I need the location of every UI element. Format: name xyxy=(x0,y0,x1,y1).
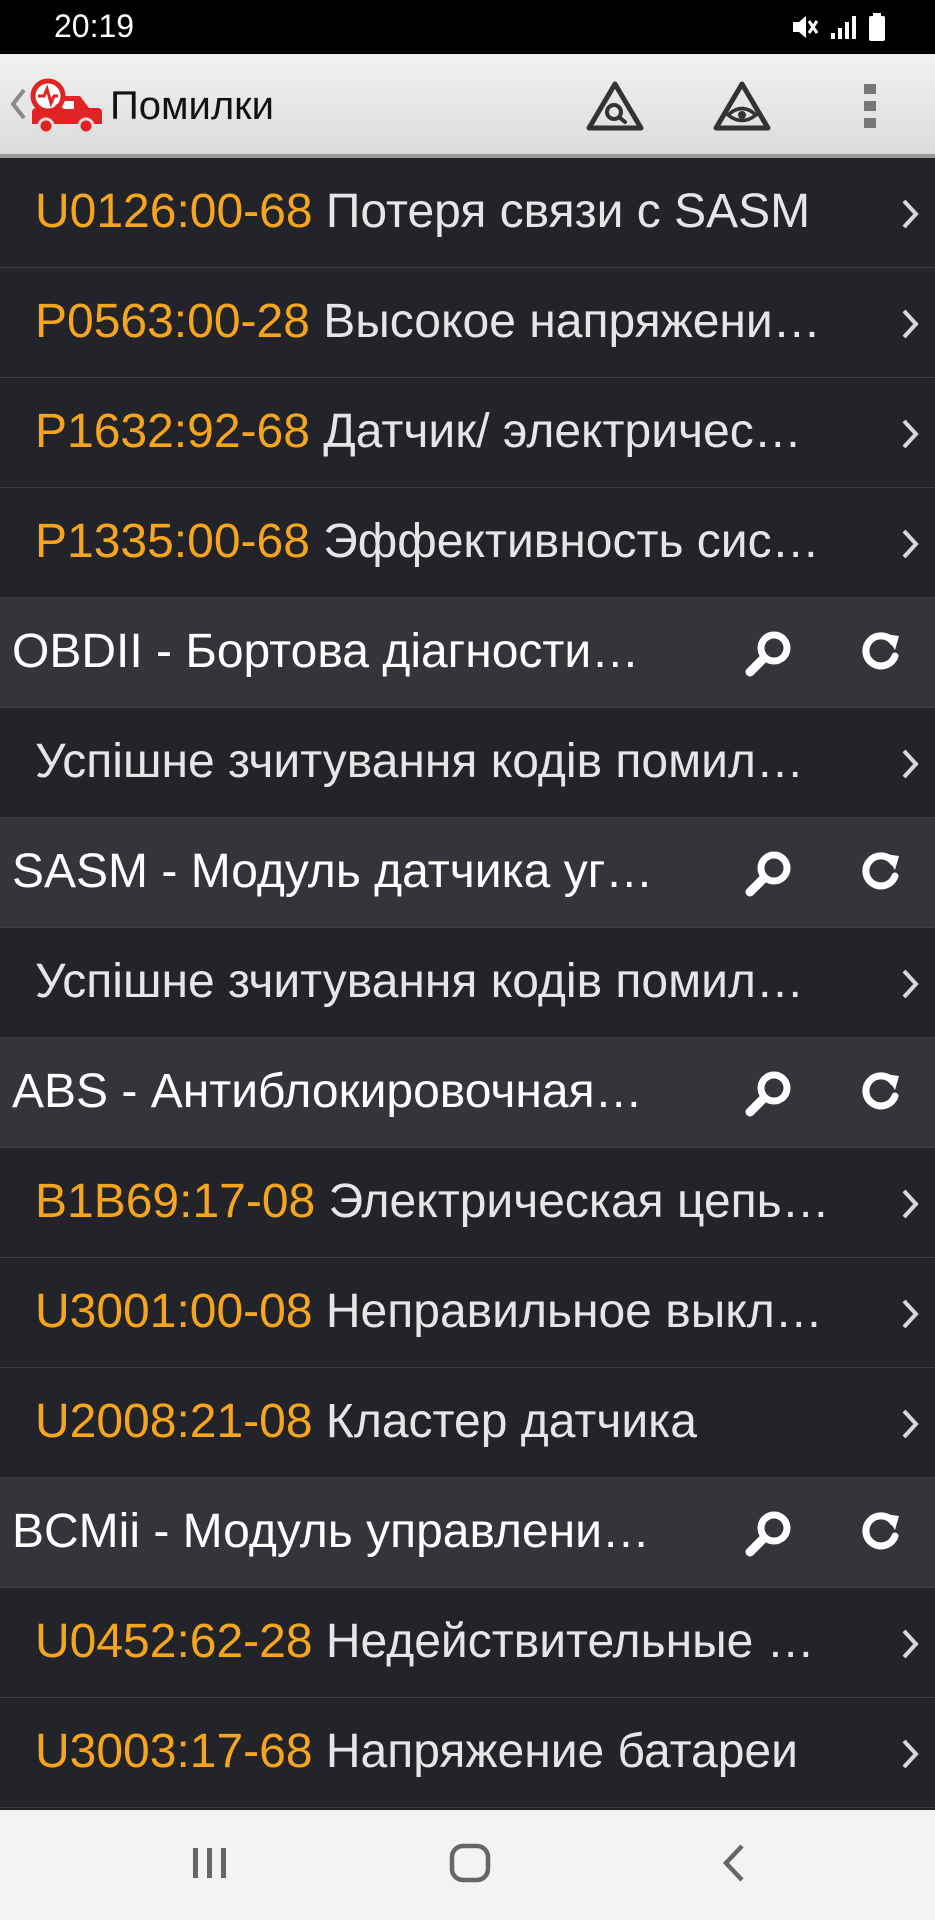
status-time: 20:19 xyxy=(54,8,135,44)
search-icon[interactable] xyxy=(742,1508,796,1558)
dtc-code: U0126:00-68 xyxy=(35,185,313,238)
system-nav-bar xyxy=(0,1810,935,1920)
dtc-description: Высокое напряжени… xyxy=(323,295,821,348)
dtc-code: P0563:00-28 xyxy=(35,295,310,348)
dtc-code: U3001:00-08 xyxy=(35,1285,313,1338)
more-vert-icon[interactable] xyxy=(850,80,890,132)
chevron-right-icon xyxy=(902,1629,919,1659)
refresh-icon[interactable] xyxy=(857,1508,903,1554)
dtc-list: U0126:00-68 Потеря связи с SASM P0563:00-… xyxy=(0,158,935,1808)
dtc-code: U3003:17-68 xyxy=(35,1725,313,1778)
dtc-row[interactable]: P1335:00-68 Эффективность сис… xyxy=(0,488,935,598)
row-text: Успішне зчитування кодів помил… xyxy=(35,734,875,790)
row-text: ABS - Антиблокировочная… xyxy=(12,1064,702,1120)
chevron-right-icon xyxy=(902,309,919,339)
status-message: Успішне зчитування кодів помил… xyxy=(35,735,804,788)
row-text: OBDII - Бортова діагности… xyxy=(12,624,702,680)
status-message-row[interactable]: Успішне зчитування кодів помил… xyxy=(0,708,935,818)
back-icon[interactable] xyxy=(718,1838,748,1888)
row-text: U3003:17-68 Напряжение батареи xyxy=(35,1724,875,1780)
dtc-code: U0452:62-28 xyxy=(35,1615,313,1668)
module-header-row[interactable]: BCMii - Модуль управлени… xyxy=(0,1478,935,1588)
module-header-row[interactable]: OBDII - Бортова діагности… xyxy=(0,598,935,708)
module-header-row[interactable]: ABS - Антиблокировочная… xyxy=(0,1038,935,1148)
dtc-code: P1632:92-68 xyxy=(35,405,310,458)
dtc-row[interactable]: U0126:00-68 Потеря связи с SASM xyxy=(0,158,935,268)
dtc-description: Эффективность сис… xyxy=(323,515,820,568)
chevron-right-icon xyxy=(902,199,919,229)
dtc-description: Кластер датчика xyxy=(325,1395,697,1448)
row-text: P0563:00-28 Высокое напряжени… xyxy=(35,294,875,350)
refresh-icon[interactable] xyxy=(857,1068,903,1114)
dtc-row[interactable]: P1632:92-68 Датчик/ электричес… xyxy=(0,378,935,488)
refresh-icon[interactable] xyxy=(857,848,903,894)
dtc-code: P1335:00-68 xyxy=(35,515,310,568)
refresh-icon[interactable] xyxy=(857,628,903,674)
status-message-row[interactable]: Успішне зчитування кодів помил… xyxy=(0,928,935,1038)
module-name: BCMii - Модуль управлени… xyxy=(12,1505,650,1558)
back-chevron-icon[interactable] xyxy=(8,84,28,124)
chevron-right-icon xyxy=(902,1189,919,1219)
page-title: Помилки xyxy=(110,84,275,128)
dtc-description: Потеря связи с SASM xyxy=(325,185,811,238)
chevron-right-icon xyxy=(902,419,919,449)
row-text: P1335:00-68 Эффективность сис… xyxy=(35,514,875,570)
dtc-description: Электрическая цепь… xyxy=(328,1175,830,1228)
search-icon[interactable] xyxy=(742,628,796,678)
warning-search-icon[interactable] xyxy=(585,80,645,132)
warning-eye-icon[interactable] xyxy=(712,80,772,132)
row-text: BCMii - Модуль управлени… xyxy=(12,1504,702,1560)
recent-apps-icon[interactable] xyxy=(190,1838,230,1888)
chevron-right-icon xyxy=(902,969,919,999)
mute-icon xyxy=(793,16,819,38)
app-bar: Помилки xyxy=(0,54,935,158)
module-header-row[interactable]: SASM - Модуль датчика уг… xyxy=(0,818,935,928)
chevron-right-icon xyxy=(902,1409,919,1439)
dtc-code: B1B69:17-08 xyxy=(35,1175,316,1228)
dtc-row[interactable]: U3001:00-08 Неправильное выкл… xyxy=(0,1258,935,1368)
chevron-right-icon xyxy=(902,749,919,779)
chevron-right-icon xyxy=(902,1299,919,1329)
status-bar: 20:19 xyxy=(0,0,935,54)
row-text: Успішне зчитування кодів помил… xyxy=(35,954,875,1010)
dtc-row[interactable]: U0452:62-28 Недействительные … xyxy=(0,1588,935,1698)
dtc-row[interactable]: P0563:00-28 Высокое напряжени… xyxy=(0,268,935,378)
dtc-description: Напряжение батареи xyxy=(325,1725,798,1778)
status-message: Успішне зчитування кодів помил… xyxy=(35,955,804,1008)
search-icon[interactable] xyxy=(742,1068,796,1118)
module-name: OBDII - Бортова діагности… xyxy=(12,625,640,678)
module-name: SASM - Модуль датчика уг… xyxy=(12,845,654,898)
row-text: SASM - Модуль датчика уг… xyxy=(12,844,702,900)
search-icon[interactable] xyxy=(742,848,796,898)
row-text: B1B69:17-08 Электрическая цепь… xyxy=(35,1174,875,1230)
dtc-row[interactable]: B1B69:17-08 Электрическая цепь… xyxy=(0,1148,935,1258)
dtc-description: Недействительные … xyxy=(325,1615,815,1668)
car-diagnostic-logo-icon xyxy=(30,78,102,135)
dtc-description: Неправильное выкл… xyxy=(325,1285,823,1338)
status-icons xyxy=(789,12,887,42)
signal-icon xyxy=(831,16,856,39)
row-text: U0452:62-28 Недействительные … xyxy=(35,1614,875,1670)
row-text: U3001:00-08 Неправильное выкл… xyxy=(35,1284,875,1340)
module-name: ABS - Антиблокировочная… xyxy=(12,1065,643,1118)
dtc-code: U2008:21-08 xyxy=(35,1395,313,1448)
row-text: U0126:00-68 Потеря связи с SASM xyxy=(35,184,875,240)
home-icon[interactable] xyxy=(448,1838,492,1888)
dtc-row[interactable]: U2008:21-08 Кластер датчика xyxy=(0,1368,935,1478)
battery-icon xyxy=(869,13,885,41)
dtc-description: Датчик/ электричес… xyxy=(323,405,802,458)
chevron-right-icon xyxy=(902,1739,919,1769)
row-text: P1632:92-68 Датчик/ электричес… xyxy=(35,404,875,460)
dtc-row[interactable]: U3003:17-68 Напряжение батареи xyxy=(0,1698,935,1808)
chevron-right-icon xyxy=(902,529,919,559)
row-text: U2008:21-08 Кластер датчика xyxy=(35,1394,875,1450)
